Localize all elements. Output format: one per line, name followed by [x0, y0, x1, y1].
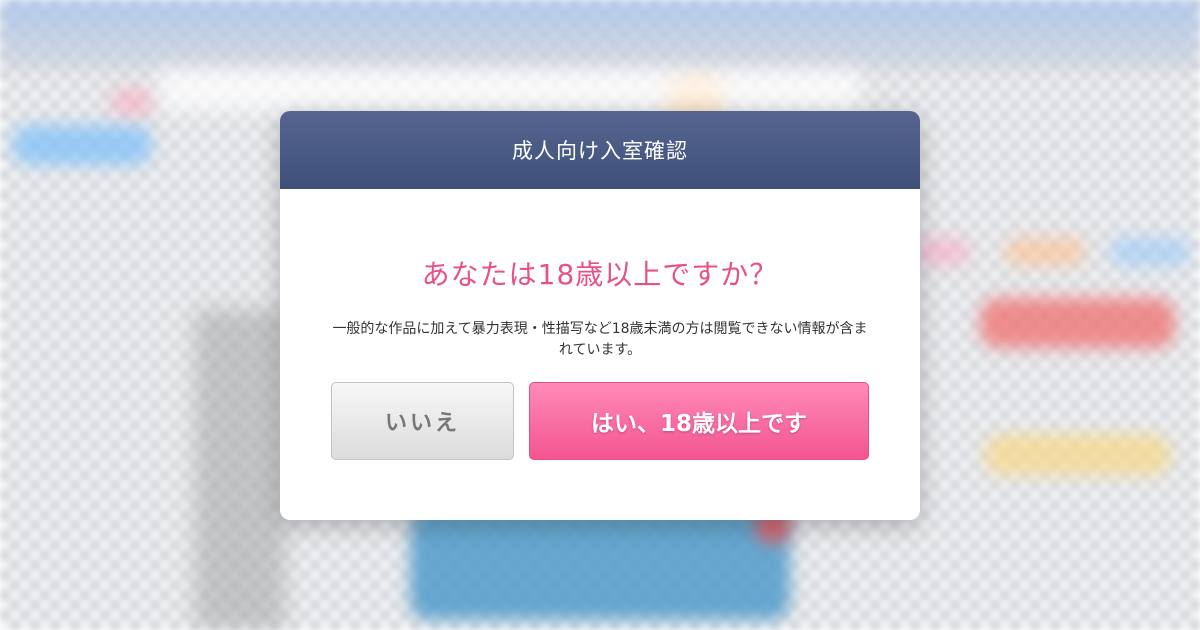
- blurred-blue-promo: [410, 510, 790, 620]
- blurred-pink-tag: [915, 238, 970, 266]
- blurred-yellow-banner: [985, 435, 1170, 475]
- age-notice-text: 一般的な作品に加えて暴力表現・性描写など18歳未満の方は閲覧できない情報が含まれ…: [332, 321, 868, 358]
- blurred-thumbnail: [195, 310, 285, 630]
- age-verification-modal: 成人向け入室確認 あなたは18歳以上ですか？ 一般的な作品に加えて暴力表現・性描…: [280, 111, 920, 520]
- yes-over-18-button[interactable]: はい、18歳以上です: [529, 382, 869, 460]
- blurred-site-header: [0, 0, 1200, 70]
- blurred-blue-badge: [12, 125, 152, 165]
- modal-header: 成人向け入室確認: [280, 111, 920, 189]
- modal-title: 成人向け入室確認: [512, 139, 688, 163]
- blurred-orange-tag: [1005, 238, 1085, 266]
- blurred-content-panel: [160, 70, 860, 110]
- age-question: あなたは18歳以上ですか？: [421, 258, 779, 291]
- blurred-blue-tag: [1110, 238, 1190, 266]
- blurred-red-banner: [980, 298, 1175, 348]
- no-button[interactable]: いいえ: [331, 382, 514, 460]
- modal-buttons: いいえ はい、18歳以上です: [331, 382, 869, 460]
- blurred-pink-badge: [110, 88, 155, 116]
